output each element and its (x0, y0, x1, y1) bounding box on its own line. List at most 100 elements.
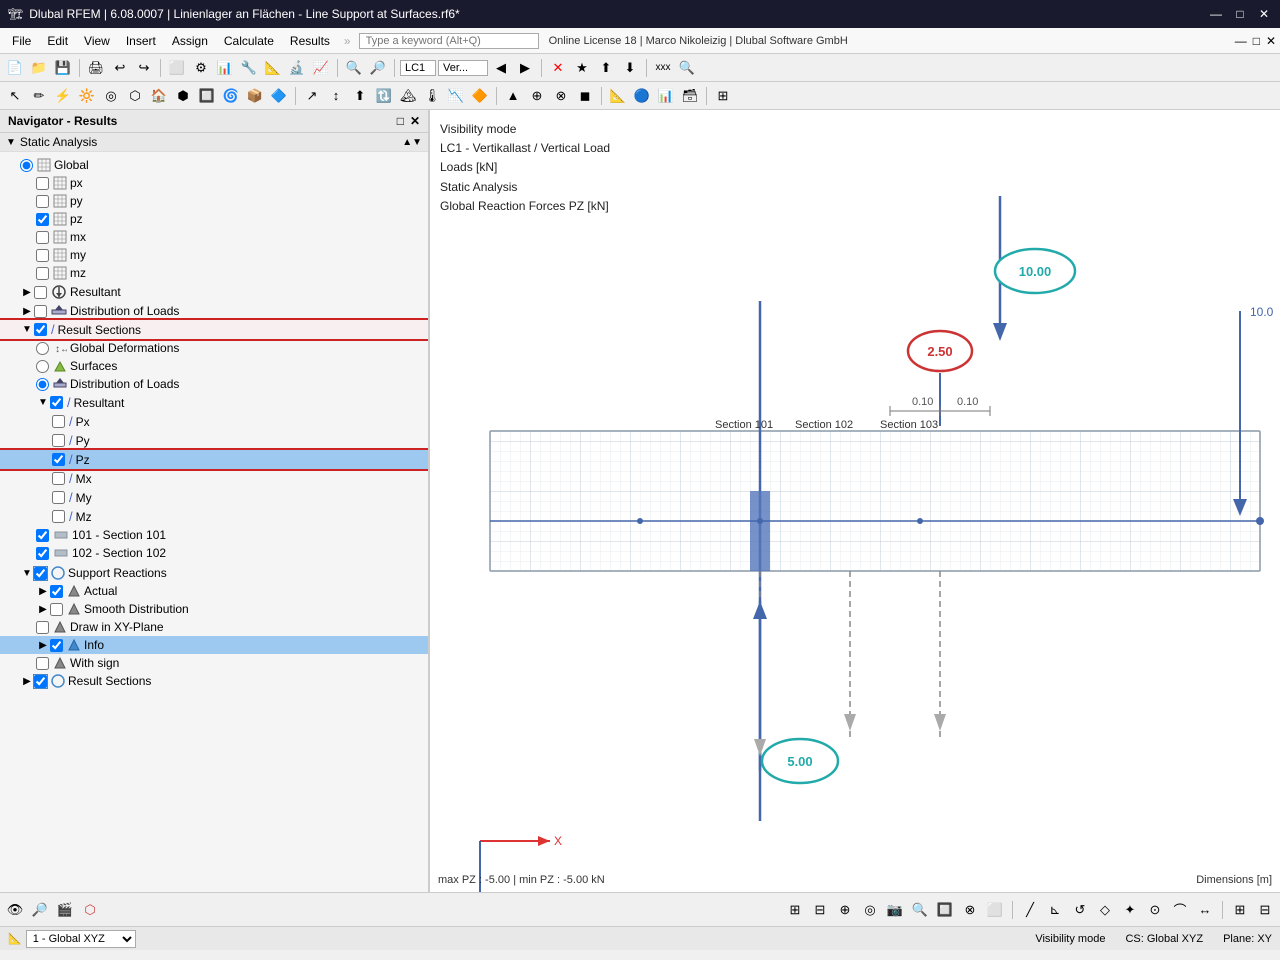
expand-actual[interactable]: ▶ (36, 586, 50, 597)
open-btn[interactable]: 📁 (28, 57, 50, 79)
menu-view[interactable]: View (76, 32, 118, 50)
next-btn[interactable]: ▶ (514, 57, 536, 79)
cb-actual[interactable] (50, 585, 63, 598)
grid-btn-1[interactable]: ⊞ (1229, 899, 1251, 921)
nav-item-resultant-2[interactable]: ▼ / Resultant (0, 393, 428, 412)
menu-file[interactable]: File (4, 32, 39, 50)
nav-item-dist-loads-2[interactable]: Distribution of Loads (0, 375, 428, 393)
tb8[interactable]: 🔬 (286, 57, 308, 79)
t2-8[interactable]: ⬢ (172, 85, 194, 107)
menu-calculate[interactable]: Calculate (216, 32, 282, 50)
cb-withsign[interactable] (36, 657, 49, 670)
tb13[interactable]: ★ (571, 57, 593, 79)
save-btn[interactable]: 💾 (52, 57, 74, 79)
t2-23[interactable]: ⊗ (550, 85, 572, 107)
nav-item-px2[interactable]: / Px (0, 412, 428, 431)
nav-item-smooth[interactable]: ▶ Smooth Distribution (0, 600, 428, 618)
tb11[interactable]: 🔎 (367, 57, 389, 79)
view-btn-3[interactable]: 🎬 (54, 899, 76, 921)
menu-results[interactable]: Results (282, 32, 338, 50)
tb14[interactable]: ⬆ (595, 57, 617, 79)
t2-14[interactable]: ↕ (325, 85, 347, 107)
cb-mx[interactable] (36, 231, 49, 244)
nav-item-pz2[interactable]: / Pz (0, 450, 428, 469)
cb-mz[interactable] (36, 267, 49, 280)
nav-item-py[interactable]: py (0, 192, 428, 210)
menu-insert[interactable]: Insert (118, 32, 164, 50)
nav-item-pz[interactable]: pz (0, 210, 428, 228)
radio-dist-loads-2[interactable] (36, 378, 49, 391)
cb-resultant-2[interactable] (50, 396, 63, 409)
nav-item-result-sections-2[interactable]: ▶ Result Sections (0, 672, 428, 690)
maximize-button[interactable]: □ (1232, 6, 1248, 22)
ver-input[interactable] (438, 60, 488, 76)
draw-btn-7[interactable]: ⌒ (1169, 899, 1191, 921)
tb3[interactable]: ⬜ (166, 57, 188, 79)
t2-27[interactable]: 📊 (655, 85, 677, 107)
cb-py[interactable] (36, 195, 49, 208)
t2-3[interactable]: ⚡ (52, 85, 74, 107)
nav-item-my[interactable]: my (0, 246, 428, 264)
tb16[interactable]: xxx (652, 57, 674, 79)
mode-btn-1[interactable]: ⊞ (784, 899, 806, 921)
nav-item-Mx[interactable]: / Mx (0, 469, 428, 488)
new-btn[interactable]: 📄 (4, 57, 26, 79)
cb-smooth[interactable] (50, 603, 63, 616)
minimize-button[interactable]: — (1208, 6, 1224, 22)
panel-close[interactable]: ✕ (1266, 34, 1276, 48)
cb-info[interactable] (50, 639, 63, 652)
cb-py2[interactable] (52, 434, 65, 447)
nav-item-actual[interactable]: ▶ Actual (0, 582, 428, 600)
mode-btn-5[interactable]: 📷 (884, 899, 906, 921)
nav-item-result-sections[interactable]: ▼ / Result Sections (0, 320, 428, 339)
nav-restore-btn[interactable]: □ (397, 114, 404, 128)
tb17[interactable]: 🔍 (676, 57, 698, 79)
t2-12[interactable]: 🔷 (268, 85, 290, 107)
radio-global-deform[interactable] (36, 342, 49, 355)
mode-btn-2[interactable]: ⊟ (809, 899, 831, 921)
nav-item-sec102[interactable]: 102 - Section 102 (0, 544, 428, 562)
t2-9[interactable]: 🔲 (196, 85, 218, 107)
cb-pz[interactable] (36, 213, 49, 226)
nav-item-drawXY[interactable]: Draw in XY-Plane (0, 618, 428, 636)
print-btn[interactable]: 🖨 (85, 57, 107, 79)
navigator-controls[interactable]: □ ✕ (397, 114, 420, 128)
cb-px2[interactable] (52, 415, 65, 428)
nav-item-resultant[interactable]: ▶ Resultant (0, 282, 428, 302)
cb-My[interactable] (52, 491, 65, 504)
cb-sec102[interactable] (36, 547, 49, 560)
nav-item-global[interactable]: Global (0, 156, 428, 174)
nav-item-dist-loads[interactable]: ▶ Distribution of Loads (0, 302, 428, 320)
panel-restore[interactable]: □ (1253, 34, 1260, 48)
cb-result-sections-2[interactable] (34, 675, 47, 688)
cb-result-sections[interactable] (34, 323, 47, 336)
expand-resultant-2[interactable]: ▼ (36, 397, 50, 408)
radio-surfaces[interactable] (36, 360, 49, 373)
t2-7[interactable]: 🏠 (148, 85, 170, 107)
nav-item-info[interactable]: ▶ Info (0, 636, 428, 654)
mode-btn-4[interactable]: ◎ (859, 899, 881, 921)
menu-edit[interactable]: Edit (39, 32, 76, 50)
expand-info[interactable]: ▶ (36, 640, 50, 651)
t2-29[interactable]: ⊞ (712, 85, 734, 107)
tb4[interactable]: ⚙ (190, 57, 212, 79)
t2-4[interactable]: 🔆 (76, 85, 98, 107)
panel-minimize[interactable]: — (1235, 34, 1247, 48)
cb-sec101[interactable] (36, 529, 49, 542)
close-button[interactable]: ✕ (1256, 6, 1272, 22)
draw-btn-1[interactable]: ╱ (1019, 899, 1041, 921)
static-analysis-bar[interactable]: ▼ Static Analysis ▲▼ (0, 133, 428, 152)
t2-21[interactable]: ▲ (502, 85, 524, 107)
view-btn-4[interactable]: ⬡ (79, 899, 101, 921)
mode-btn-3[interactable]: ⊕ (834, 899, 856, 921)
nav-item-My[interactable]: / My (0, 488, 428, 507)
t2-25[interactable]: 📐 (607, 85, 629, 107)
t2-13[interactable]: ↗ (301, 85, 323, 107)
static-expand[interactable]: ▼ (6, 137, 16, 148)
t2-1[interactable]: ↖ (4, 85, 26, 107)
cb-dist-loads[interactable] (34, 305, 47, 318)
tb5[interactable]: 📊 (214, 57, 236, 79)
coordinate-select[interactable]: 1 - Global XYZ (26, 930, 136, 948)
expand-result-sections[interactable]: ▼ (20, 324, 34, 335)
draw-btn-3[interactable]: ↺ (1069, 899, 1091, 921)
